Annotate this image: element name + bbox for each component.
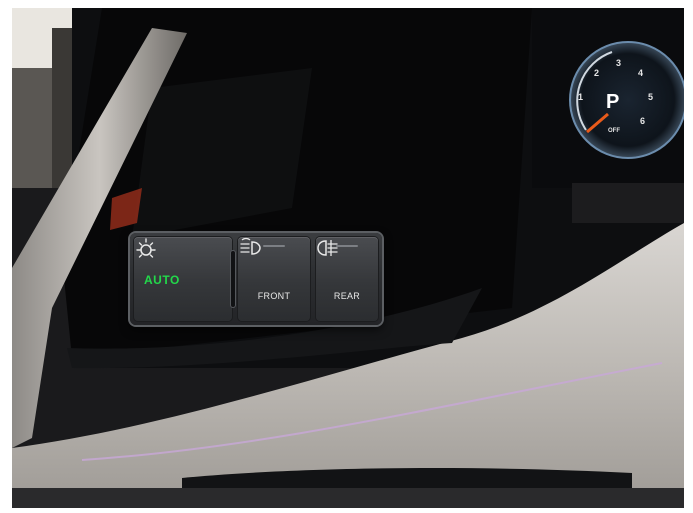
front-fog-light-icon: [240, 237, 261, 255]
panel-divider: [231, 251, 235, 307]
light-switch-panel: AUTO FRONT REAR: [130, 233, 382, 325]
rear-label: REAR: [333, 291, 361, 301]
front-indicator-led: [263, 245, 285, 247]
cluster-tick-5: 5: [648, 92, 654, 102]
cluster-tick-2: 2: [594, 68, 600, 78]
cluster-tick-3: 3: [616, 58, 622, 68]
cluster-off-label: OFF: [608, 128, 620, 134]
auto-label: AUTO: [144, 273, 180, 287]
auto-light-button[interactable]: AUTO: [134, 237, 232, 321]
cluster-tick-6: 6: [640, 116, 646, 126]
front-fog-light-button[interactable]: FRONT: [238, 237, 310, 321]
rear-fog-light-icon: [317, 240, 338, 256]
rear-fog-light-button[interactable]: REAR: [316, 237, 378, 321]
gear-indicator: P: [606, 91, 620, 113]
auto-light-sun-icon: [136, 238, 156, 258]
cluster-tick-1: 1: [578, 92, 584, 102]
car-interior-photo: P 1 2 3 4 5 6 OFF AUTO FRONT REAR: [12, 8, 684, 508]
front-label: FRONT: [257, 291, 291, 301]
cluster-tick-4: 4: [638, 68, 644, 78]
